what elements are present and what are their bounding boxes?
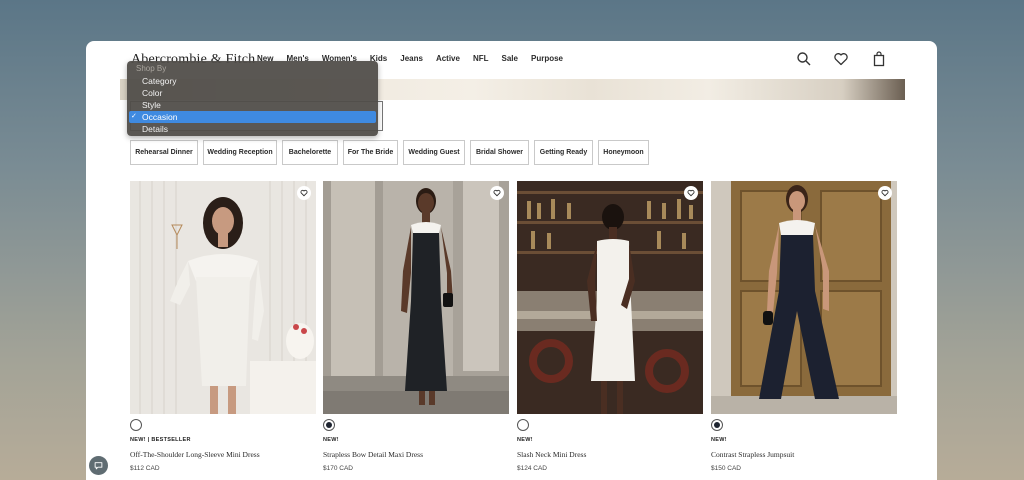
filter-chip-rehearsal-dinner[interactable]: Rehearsal Dinner (130, 140, 198, 165)
nav-link-sale[interactable]: Sale (502, 54, 518, 63)
color-swatch-white[interactable] (517, 419, 529, 431)
browser-window: Abercrombie & Fitch New Men's Women's Ki… (86, 41, 937, 480)
wishlist-heart-icon[interactable] (878, 186, 892, 200)
wishlist-heart-icon[interactable] (684, 186, 698, 200)
product-badge: NEW! | BESTSELLER (130, 437, 191, 443)
product-price: $124 CAD (517, 465, 547, 472)
nav-link-jeans[interactable]: Jeans (400, 54, 423, 63)
product-badge: NEW! (711, 437, 727, 443)
option-label: Style (142, 100, 161, 110)
checkmark-icon: ✓ (131, 113, 137, 120)
product-card[interactable]: NEW! Strapless Bow Detail Maxi Dress $17… (323, 181, 509, 472)
filter-chip-getting-ready[interactable]: Getting Ready (534, 140, 593, 165)
nav-link-active[interactable]: Active (436, 54, 460, 63)
dropdown-option-color[interactable]: Color (127, 87, 378, 99)
dropdown-option-occasion[interactable]: ✓ Occasion (129, 111, 376, 123)
color-swatch-navy[interactable] (711, 419, 723, 431)
wishlist-heart-icon[interactable] (297, 186, 311, 200)
product-card[interactable]: NEW! | BESTSELLER Off-The-Shoulder Long-… (130, 181, 316, 472)
product-name[interactable]: Contrast Strapless Jumpsuit (711, 450, 794, 459)
product-badge: NEW! (323, 437, 339, 443)
filter-chip-honeymoon[interactable]: Honeymoon (598, 140, 649, 165)
wishlist-heart-icon[interactable] (490, 186, 504, 200)
filter-chip-wedding-reception[interactable]: Wedding Reception (203, 140, 277, 165)
option-label: Category (142, 76, 177, 86)
search-icon[interactable] (796, 51, 812, 67)
dropdown-option-details[interactable]: Details (127, 123, 378, 135)
chat-button[interactable] (89, 456, 108, 475)
color-swatch-white[interactable] (130, 419, 142, 431)
product-image[interactable] (711, 181, 897, 414)
product-name[interactable]: Off-The-Shoulder Long-Sleeve Mini Dress (130, 450, 260, 459)
product-image[interactable] (517, 181, 703, 414)
shop-by-dropdown[interactable]: Shop By Category Color Style ✓ Occasion D… (127, 61, 378, 136)
product-name[interactable]: Strapless Bow Detail Maxi Dress (323, 450, 423, 459)
option-label: Occasion (142, 112, 178, 122)
option-label: Color (142, 88, 163, 98)
filter-chip-bridal-shower[interactable]: Bridal Shower (470, 140, 529, 165)
filter-chip-bachelorette[interactable]: Bachelorette (282, 140, 338, 165)
product-card[interactable]: NEW! Contrast Strapless Jumpsuit $150 CA… (711, 181, 897, 472)
heart-icon[interactable] (833, 51, 849, 67)
option-label: Details (142, 124, 168, 134)
product-price: $170 CAD (323, 465, 353, 472)
dropdown-option-category[interactable]: Category (127, 75, 378, 87)
filter-chip-wedding-guest[interactable]: Wedding Guest (403, 140, 465, 165)
dropdown-option-style[interactable]: Style (127, 99, 378, 111)
dropdown-header: Shop By (136, 64, 167, 73)
product-name[interactable]: Slash Neck Mini Dress (517, 450, 586, 459)
product-card[interactable]: NEW! Slash Neck Mini Dress $124 CAD (517, 181, 703, 472)
product-badge: NEW! (517, 437, 533, 443)
filter-chip-for-the-bride[interactable]: For The Bride (343, 140, 398, 165)
bag-icon[interactable] (871, 51, 887, 67)
chat-bubble-icon (94, 457, 103, 475)
product-image[interactable] (130, 181, 316, 414)
product-price: $112 CAD (130, 465, 160, 472)
product-price: $150 CAD (711, 465, 741, 472)
product-image[interactable] (323, 181, 509, 414)
nav-link-purpose[interactable]: Purpose (531, 54, 563, 63)
color-swatch-navy[interactable] (323, 419, 335, 431)
nav-link-nfl[interactable]: NFL (473, 54, 489, 63)
occasion-filter-chips: Rehearsal Dinner Wedding Reception Bache… (130, 140, 654, 165)
